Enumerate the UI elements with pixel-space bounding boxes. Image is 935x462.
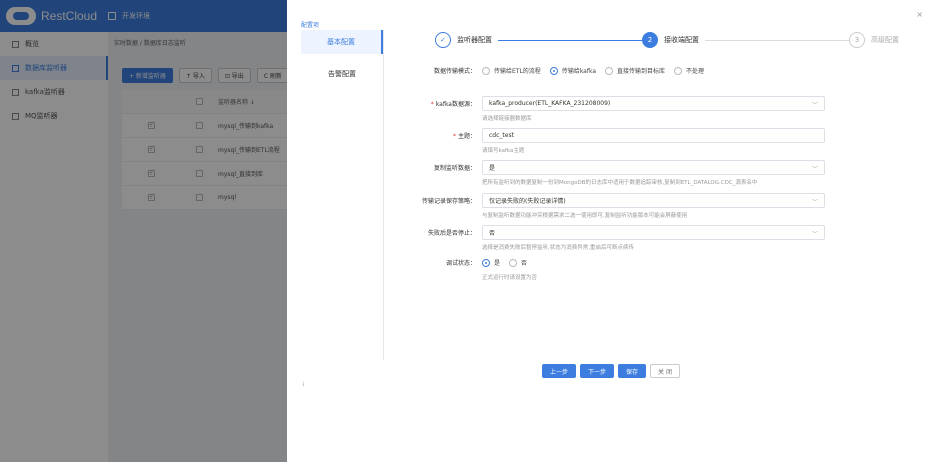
topic-help: 请填写kafka主题 [482, 148, 525, 154]
kafka-source-help: 请选择链接器数据库 [482, 116, 532, 122]
radio-selected-icon [482, 258, 490, 267]
next-step-button[interactable]: 下一步 [580, 364, 615, 378]
radio-label: 不处理 [686, 68, 705, 75]
save-policy-value: 仅记录失败的(失败记录详情) [489, 198, 566, 205]
prev-step-button[interactable]: 上一步 [542, 364, 577, 378]
chevron-down-icon: ﹀ [811, 102, 818, 109]
kafka-source-label-text: kafka数据源： [435, 101, 476, 108]
mode-option-none[interactable]: 不处理 [674, 66, 704, 75]
chevron-down-icon: ﹀ [811, 166, 818, 173]
config-drawer: 配置项 × 基本配置 告警配置 ¡ ✓ 监听器配置 2 接收端配置 3 高级配置… [287, 0, 935, 462]
step-2-number: 2 [642, 32, 658, 48]
debug-row: 调试状态： 是 否 [392, 258, 832, 267]
radio-label: 传输给ETL的流程 [494, 68, 541, 75]
save-policy-select[interactable]: 仅记录失败的(失败记录详情) ﹀ [482, 193, 825, 208]
stop-on-fail-select[interactable]: 否 ﹀ [482, 225, 825, 240]
radio-label: 传输给kafka [561, 68, 597, 75]
debug-label: 调试状态： [445, 260, 476, 267]
kafka-source-label: * kafka数据源： [430, 101, 476, 108]
kafka-source-select[interactable]: kafka_producer(ETL_KAFKA_231208009) ﹀ [482, 96, 825, 111]
radio-circle-icon [509, 258, 518, 267]
transfer-mode-row: 数据传输模式： 传输给ETL的流程 传输给kafka 直接传输到目标库 不处理 [392, 66, 832, 75]
topic-label: * 主题： [452, 133, 476, 140]
stop-on-fail-label: 失败后是否停止： [427, 230, 476, 237]
radio-label: 否 [521, 260, 528, 267]
step-3-label: 高级配置 [871, 36, 899, 44]
step-2-label: 接收端配置 [664, 36, 699, 44]
transfer-mode-radio-group: 传输给ETL的流程 传输给kafka 直接传输到目标库 不处理 [482, 66, 704, 75]
mode-option-kafka[interactable]: 传输给kafka [549, 66, 597, 75]
stop-on-fail-row: 失败后是否停止： 否 ﹀ [392, 225, 832, 240]
kafka-source-value: kafka_producer(ETL_KAFKA_231208009) [489, 100, 611, 107]
tab-alert-config[interactable]: 告警配置 [301, 62, 383, 86]
mode-option-etl[interactable]: 传输给ETL的流程 [482, 66, 541, 75]
debug-help: 正式运行时请设置为否 [482, 275, 538, 281]
debug-option-no[interactable]: 否 [509, 258, 527, 267]
radio-label: 直接传输到目标库 [617, 68, 666, 75]
debug-option-yes[interactable]: 是 [482, 258, 500, 267]
marker-text: ¡ [302, 380, 305, 387]
save-button[interactable]: 保存 [618, 364, 647, 378]
step-1-check-icon: ✓ [435, 32, 451, 48]
step-1-label: 监听器配置 [457, 36, 492, 44]
copy-data-help: 把所有监听到的数据复制一份到MongoDB的日志库中适用于数据追踪审核,复制到E… [482, 180, 758, 186]
stop-on-fail-value: 否 [489, 230, 496, 237]
close-button[interactable]: 关 闭 [650, 364, 680, 378]
copy-data-row: 复制监听数据： 是 ﹀ [392, 160, 832, 175]
radio-circle-icon [605, 66, 614, 75]
kafka-source-row: * kafka数据源： kafka_producer(ETL_KAFKA_2312… [392, 96, 832, 111]
topic-input[interactable]: cdc_test [482, 128, 825, 143]
chevron-down-icon: ﹀ [811, 199, 818, 206]
transfer-mode-label: 数据传输模式： [433, 68, 476, 75]
topic-row: * 主题： cdc_test [392, 128, 832, 143]
radio-circle-icon [674, 66, 683, 75]
footer-buttons: 上一步 下一步 保存 关 闭 [542, 364, 680, 378]
chevron-down-icon: ﹀ [811, 231, 818, 238]
drawer-title: 配置项 [301, 22, 320, 29]
debug-radio-group: 是 否 [482, 258, 527, 267]
topic-label-text: 主题： [457, 133, 476, 140]
step-connector [705, 39, 849, 41]
modal-overlay[interactable] [0, 0, 287, 462]
step-connector [498, 39, 642, 41]
mode-option-target-db[interactable]: 直接传输到目标库 [605, 66, 665, 75]
copy-data-value: 是 [489, 165, 496, 172]
save-policy-help: 与复制监听数据功能冲突根据需求二选一使用即可,复制监听功能版本可能会屏蔽使用 [482, 213, 688, 219]
radio-label: 是 [494, 260, 501, 267]
stop-on-fail-help: 选择是消费失败后暂停监听,状态为消费异常,重启后可断点续传 [482, 245, 634, 251]
step-progress: ✓ 监听器配置 2 接收端配置 3 高级配置 [435, 31, 905, 49]
tab-basic-config[interactable]: 基本配置 [301, 30, 383, 54]
copy-data-select[interactable]: 是 ﹀ [482, 160, 825, 175]
save-policy-label: 传输记录保存策略： [421, 198, 476, 205]
divider [383, 30, 384, 360]
app-window: RestCloud 开发环境 概览 数据库监听器 kafka监听器 MQ监听器 … [0, 0, 935, 462]
config-tabs: 基本配置 告警配置 [301, 30, 383, 94]
radio-circle-icon [482, 66, 490, 75]
step-3-number: 3 [849, 32, 865, 48]
radio-selected-icon [549, 66, 558, 75]
close-icon[interactable]: × [916, 10, 923, 19]
save-policy-row: 传输记录保存策略： 仅记录失败的(失败记录详情) ﹀ [392, 193, 832, 208]
copy-data-label: 复制监听数据： [433, 165, 476, 172]
